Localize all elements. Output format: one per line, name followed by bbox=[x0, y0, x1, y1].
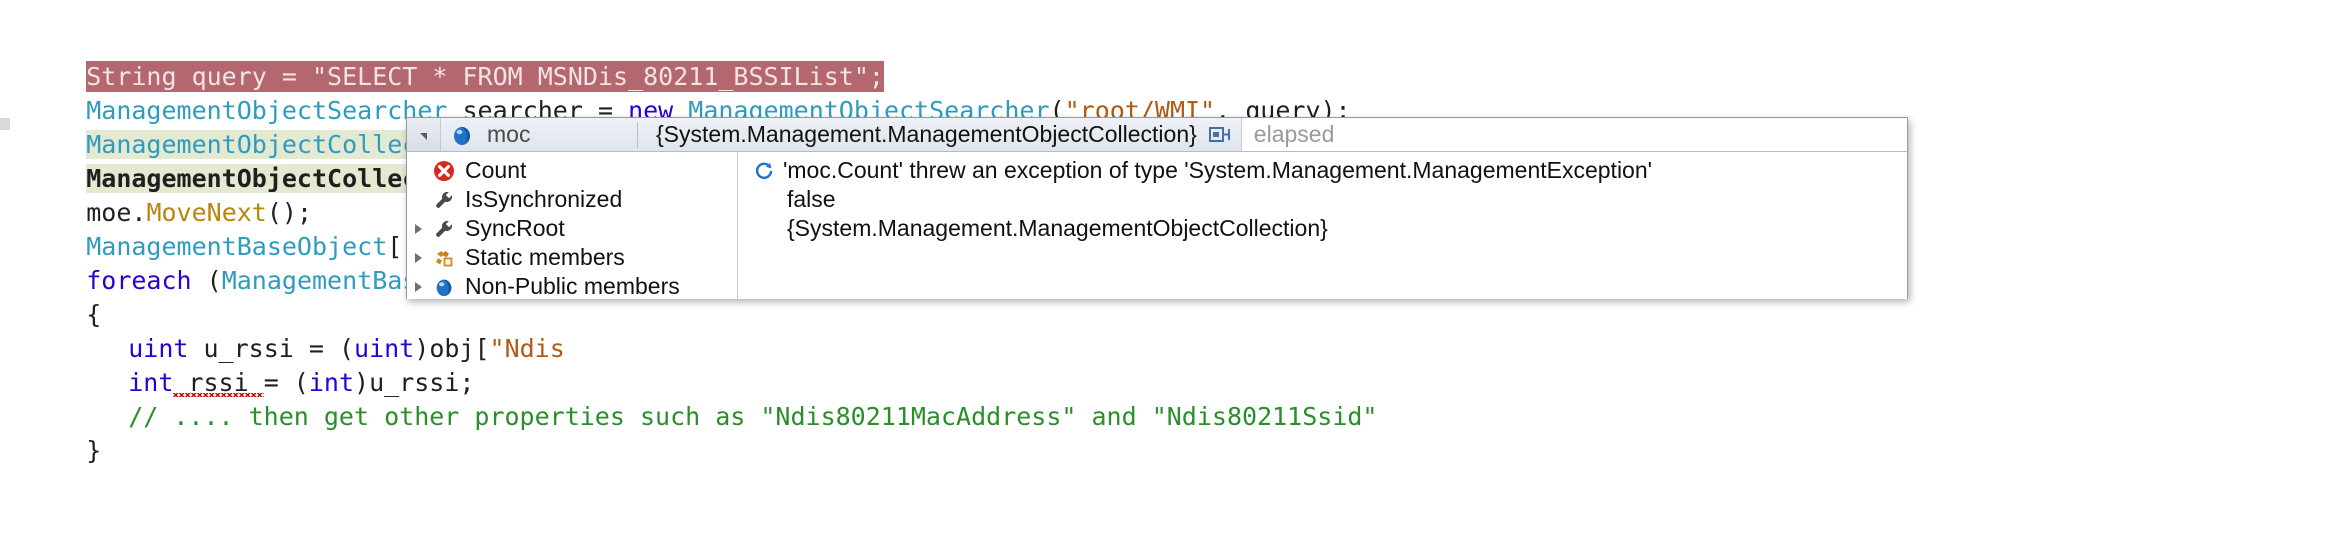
member-label: Static members bbox=[465, 244, 625, 270]
chevron-collapse-icon bbox=[420, 133, 427, 140]
code-line-5[interactable]: moe.MoveNext(); bbox=[26, 162, 312, 227]
code-line-8[interactable]: { bbox=[26, 264, 101, 329]
wrench-icon bbox=[429, 218, 459, 240]
member-label: Count bbox=[465, 157, 527, 183]
token-brace-close: } bbox=[86, 436, 102, 465]
token-string: "Ndis bbox=[489, 334, 565, 363]
datatip-expression-value[interactable]: {System.Management.ManagementObjectColle… bbox=[656, 121, 1197, 148]
token-bracket: [ bbox=[474, 334, 490, 363]
code-line-2[interactable]: ManagementObjectSearcher searcher = new … bbox=[26, 60, 1350, 125]
value-text: false bbox=[787, 186, 836, 212]
datatip-collapse-button[interactable] bbox=[407, 118, 441, 151]
token-comment: // .... then get other properties such a… bbox=[128, 402, 1378, 431]
datatip-value-static-members bbox=[749, 243, 1907, 272]
datatip-expression-name[interactable]: moc bbox=[487, 121, 637, 148]
error-x-icon bbox=[429, 160, 459, 182]
token-keyword-foreach: foreach bbox=[86, 266, 192, 295]
static-members-icon bbox=[429, 247, 459, 269]
wrench-icon bbox=[429, 189, 459, 211]
datatip-column-separator bbox=[737, 152, 738, 299]
datatip-value-non-public-members bbox=[749, 272, 1907, 299]
change-margin-bar bbox=[0, 118, 10, 130]
code-line-1[interactable]: String query = "SELECT * FROM MSNDis_802… bbox=[26, 26, 884, 92]
datatip-value-syncroot[interactable]: {System.Management.ManagementObjectColle… bbox=[749, 214, 1907, 243]
datatip-value-list[interactable]: 'moc.Count' threw an exception of type '… bbox=[749, 152, 1907, 299]
code-line-9[interactable]: uint u_rssi = (uint)obj["Ndis bbox=[26, 298, 565, 363]
value-text: 'moc.Count' threw an exception of type '… bbox=[783, 157, 1653, 183]
debugger-datatip[interactable]: moc {System.Management.ManagementObjectC… bbox=[406, 117, 1908, 299]
blue-sphere-icon bbox=[429, 276, 459, 298]
datatip-header[interactable]: moc {System.Management.ManagementObjectC… bbox=[407, 118, 1907, 152]
member-label: IsSynchronized bbox=[465, 186, 623, 212]
datatip-value-count[interactable]: 'moc.Count' threw an exception of type '… bbox=[749, 156, 1907, 185]
code-line-10[interactable]: int rssi = (int)u_rssi; bbox=[26, 332, 474, 397]
value-text: {System.Management.ManagementObjectColle… bbox=[787, 215, 1328, 241]
datatip-header-separator bbox=[637, 121, 638, 148]
token-paren: ( bbox=[191, 266, 222, 295]
pin-to-source-icon[interactable] bbox=[1207, 122, 1233, 148]
member-label: SyncRoot bbox=[465, 215, 565, 241]
datatip-elapsed-field[interactable]: elapsed bbox=[1240, 118, 1907, 151]
member-label: Non-Public members bbox=[465, 273, 680, 299]
chevron-right-icon[interactable] bbox=[407, 281, 429, 292]
blue-sphere-icon bbox=[447, 123, 477, 147]
datatip-body[interactable]: Count IsSynchronized SyncRoot Static mem… bbox=[407, 152, 1907, 299]
chevron-right-icon[interactable] bbox=[407, 252, 429, 263]
code-line-11[interactable]: // .... then get other properties such a… bbox=[26, 366, 1377, 431]
datatip-value-issynchronized[interactable]: false bbox=[749, 185, 1907, 214]
code-line-12[interactable]: } bbox=[26, 400, 101, 465]
chevron-right-icon[interactable] bbox=[407, 223, 429, 234]
refresh-icon[interactable] bbox=[749, 160, 779, 182]
